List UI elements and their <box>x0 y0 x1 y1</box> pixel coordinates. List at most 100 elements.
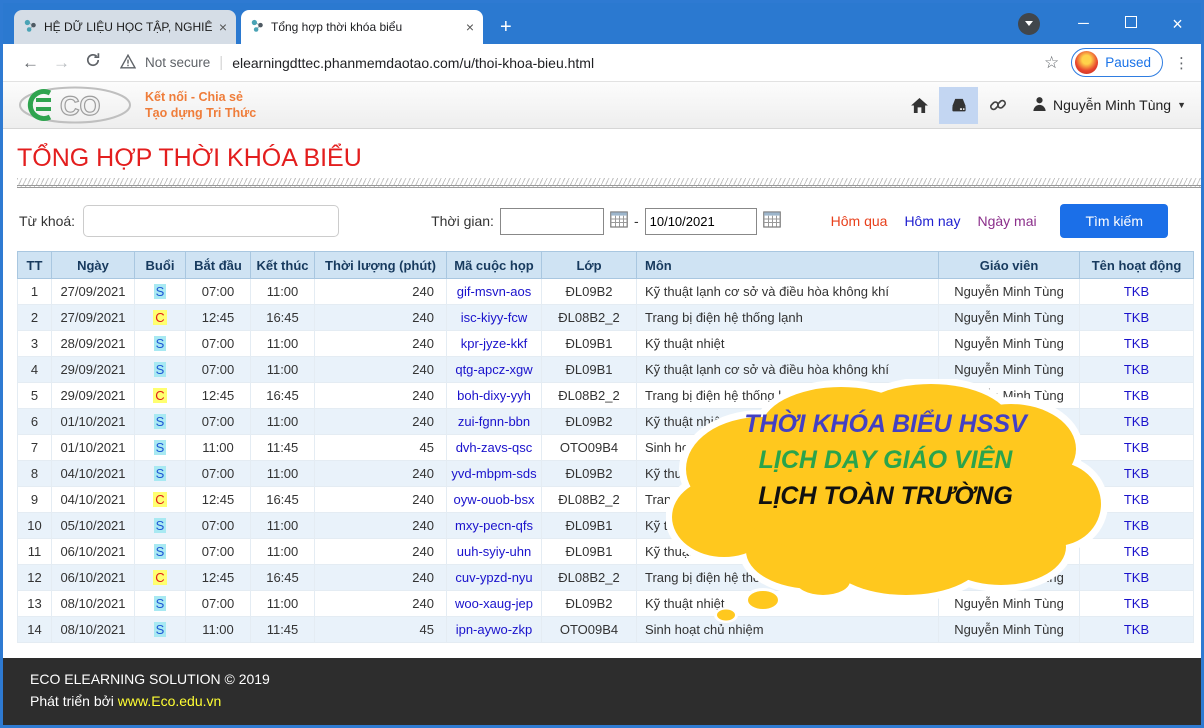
table-row: 227/09/2021C12:4516:45240isc-kiyy-fcwĐL0… <box>18 305 1194 331</box>
meeting-code-link[interactable]: mxy-pecn-qfs <box>455 518 533 533</box>
url-field[interactable]: Not secure | elearningdttec.phanmemdaota… <box>120 54 1044 72</box>
meeting-code-link[interactable]: gif-msvn-aos <box>457 284 531 299</box>
minimize-button[interactable]: ─ <box>1060 16 1107 31</box>
activity-link[interactable]: TKB <box>1124 362 1149 377</box>
cell-session: S <box>135 435 186 461</box>
activity-link[interactable]: TKB <box>1124 414 1149 429</box>
col-ngay: Ngày <box>52 252 135 279</box>
tab-he-du-lieu[interactable]: HỆ DỮ LIỆU HỌC TẬP, NGHIÊN C × <box>14 10 236 44</box>
quick-link-2[interactable]: Ngày mai <box>977 213 1036 229</box>
address-bar: ← → Not secure | elearningdttec.phanmemd… <box>3 44 1201 82</box>
home-icon[interactable] <box>900 87 939 124</box>
search-button[interactable]: Tìm kiếm <box>1060 204 1168 238</box>
session-badge: S <box>154 622 167 637</box>
activity-link[interactable]: TKB <box>1124 622 1149 637</box>
meeting-code-link[interactable]: boh-dixy-yyh <box>457 388 531 403</box>
cell-session: S <box>135 279 186 305</box>
cell-subject: Kỹ thuật lạnh cơ sở và điều hòa không kh… <box>637 279 939 305</box>
activity-link[interactable]: TKB <box>1124 284 1149 299</box>
calendar-icon[interactable] <box>610 211 628 231</box>
cell-class: ĐL09B2 <box>542 409 637 435</box>
activity-link[interactable]: TKB <box>1124 440 1149 455</box>
link-icon[interactable] <box>978 87 1017 124</box>
close-icon[interactable]: × <box>466 20 474 34</box>
cell-class: ĐL09B1 <box>542 513 637 539</box>
meeting-code-link[interactable]: yvd-mbpm-sds <box>451 466 536 481</box>
cell-meeting-code: isc-kiyy-fcw <box>447 305 542 331</box>
calendar-icon[interactable] <box>763 211 781 231</box>
activity-link[interactable]: TKB <box>1124 518 1149 533</box>
cell-tt: 5 <box>18 383 52 409</box>
cell-activity: TKB <box>1080 305 1194 331</box>
close-window-button[interactable]: × <box>1154 15 1201 33</box>
profile-avatar <box>1075 51 1098 74</box>
eco-logo[interactable]: CO Kết nối - Chia sẻ Tạo dựng Tri Thức <box>18 86 256 124</box>
activity-link[interactable]: TKB <box>1124 544 1149 559</box>
url-divider: | <box>219 54 223 71</box>
bookmark-star-icon[interactable]: ☆ <box>1044 53 1059 73</box>
cell-tt: 12 <box>18 565 52 591</box>
meeting-code-link[interactable]: dvh-zavs-qsc <box>456 440 533 455</box>
cell-start: 07:00 <box>186 331 251 357</box>
back-icon[interactable]: ← <box>15 53 46 73</box>
cell-start: 07:00 <box>186 279 251 305</box>
meeting-code-link[interactable]: zui-fgnn-bbn <box>458 414 530 429</box>
activity-link[interactable]: TKB <box>1124 336 1149 351</box>
close-icon[interactable]: × <box>219 20 227 34</box>
user-menu[interactable]: Nguyễn Minh Tùng ▼ <box>1032 96 1186 114</box>
meeting-code-link[interactable]: woo-xaug-jep <box>455 596 533 611</box>
cell-duration: 240 <box>315 383 447 409</box>
device-drive-icon[interactable] <box>939 87 978 124</box>
col-ten-hoat-dong: Tên hoạt động <box>1080 252 1194 279</box>
activity-link[interactable]: TKB <box>1124 570 1149 585</box>
activity-link[interactable]: TKB <box>1124 388 1149 403</box>
meeting-code-link[interactable]: ipn-aywo-zkp <box>456 622 533 637</box>
quick-link-0[interactable]: Hôm qua <box>831 213 888 229</box>
cell-class: ĐL08B2_2 <box>542 487 637 513</box>
site-favicon <box>23 19 37 36</box>
meeting-code-link[interactable]: isc-kiyy-fcw <box>461 310 527 325</box>
profile-paused-badge[interactable]: Paused <box>1071 48 1163 77</box>
cell-start: 12:45 <box>186 565 251 591</box>
window-controls: ─ × <box>1018 3 1201 44</box>
tab-thoi-khoa-bieu[interactable]: Tổng hợp thời khóa biểu × <box>241 10 483 44</box>
meeting-code-link[interactable]: cuv-ypzd-nyu <box>455 570 532 585</box>
keyword-input[interactable] <box>83 205 339 237</box>
cell-tt: 7 <box>18 435 52 461</box>
meeting-code-link[interactable]: oyw-ouob-bsx <box>454 492 535 507</box>
footer-link[interactable]: www.Eco.edu.vn <box>118 693 222 709</box>
browser-menu-icon[interactable]: ⋮ <box>1174 54 1189 72</box>
cell-meeting-code: qtg-apcz-xgw <box>447 357 542 383</box>
cell-duration: 240 <box>315 565 447 591</box>
cell-tt: 3 <box>18 331 52 357</box>
col-buoi: Buổi <box>135 252 186 279</box>
meeting-code-link[interactable]: uuh-syiy-uhn <box>457 544 531 559</box>
new-tab-button[interactable]: + <box>500 17 512 37</box>
cell-class: ĐL08B2_2 <box>542 305 637 331</box>
media-controls-button[interactable] <box>1018 13 1040 35</box>
meeting-code-link[interactable]: kpr-jyze-kkf <box>461 336 527 351</box>
col-giao-vien: Giáo viên <box>939 252 1080 279</box>
col-mon: Môn <box>637 252 939 279</box>
maximize-button[interactable] <box>1107 16 1154 31</box>
activity-link[interactable]: TKB <box>1124 466 1149 481</box>
cell-end: 16:45 <box>251 487 315 513</box>
reload-icon[interactable] <box>77 52 108 73</box>
meeting-code-link[interactable]: qtg-apcz-xgw <box>455 362 532 377</box>
cell-end: 11:00 <box>251 513 315 539</box>
forward-icon[interactable]: → <box>46 53 77 73</box>
activity-link[interactable]: TKB <box>1124 596 1149 611</box>
date-from-input[interactable] <box>500 208 604 235</box>
cell-tt: 13 <box>18 591 52 617</box>
cell-date: 28/09/2021 <box>52 331 135 357</box>
browser-window: HỆ DỮ LIỆU HỌC TẬP, NGHIÊN C × Tổng hợp … <box>0 0 1204 728</box>
quick-link-1[interactable]: Hôm nay <box>904 213 960 229</box>
col-lop: Lớp <box>542 252 637 279</box>
cell-end: 11:00 <box>251 279 315 305</box>
date-to-input[interactable] <box>645 208 757 235</box>
activity-link[interactable]: TKB <box>1124 310 1149 325</box>
cell-tt: 9 <box>18 487 52 513</box>
session-badge: C <box>153 492 166 507</box>
session-badge: S <box>154 362 167 377</box>
activity-link[interactable]: TKB <box>1124 492 1149 507</box>
